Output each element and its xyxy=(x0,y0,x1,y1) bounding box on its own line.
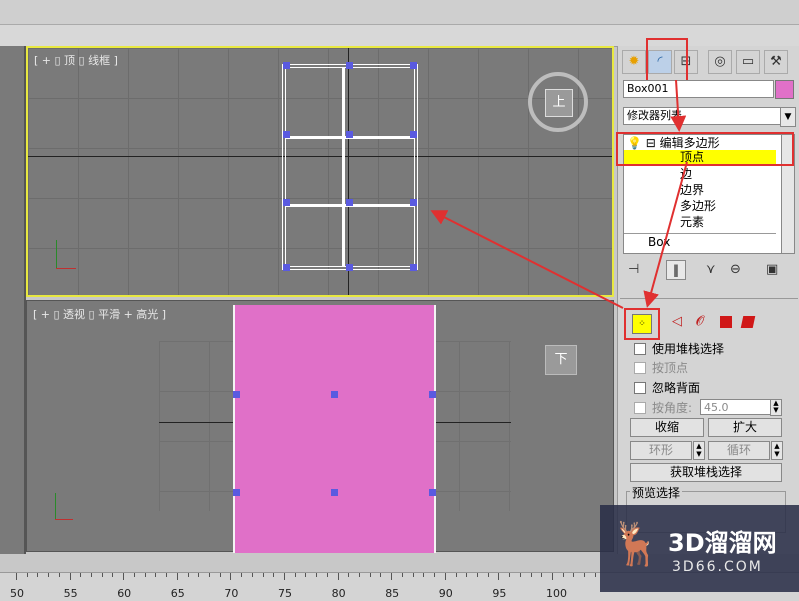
ruler-minor-tick xyxy=(155,573,157,577)
ruler-minor-tick xyxy=(380,573,382,577)
ruler-minor-tick xyxy=(519,573,521,577)
ruler-minor-tick xyxy=(466,573,468,577)
ruler-minor-tick xyxy=(144,573,146,577)
ruler-tick xyxy=(498,573,500,580)
ruler-tick xyxy=(230,573,232,580)
ruler-label: 85 xyxy=(385,587,400,600)
watermark: 🦌 3D溜溜网 3D66.COM xyxy=(600,505,799,592)
ruler-label: 95 xyxy=(492,587,507,600)
ruler-minor-tick xyxy=(594,573,596,577)
ruler-minor-tick xyxy=(455,573,457,577)
ruler-label: 60 xyxy=(117,587,132,600)
arrow-stack-to-vertex xyxy=(643,161,688,308)
ruler-minor-tick xyxy=(26,573,28,577)
ruler-label: 100 xyxy=(546,587,567,600)
ruler-minor-tick xyxy=(305,573,307,577)
ruler-minor-tick xyxy=(401,573,403,577)
ruler-minor-tick xyxy=(423,573,425,577)
ruler-minor-tick xyxy=(198,573,200,577)
ruler-label: 70 xyxy=(224,587,239,600)
ruler-minor-tick xyxy=(294,573,296,577)
ruler-minor-tick xyxy=(348,573,350,577)
ruler-minor-tick xyxy=(133,573,135,577)
ruler-minor-tick xyxy=(476,573,478,577)
ruler-minor-tick xyxy=(509,573,511,577)
ruler-minor-tick xyxy=(359,573,361,577)
ruler-minor-tick xyxy=(434,573,436,577)
ruler-minor-tick xyxy=(369,573,371,577)
ruler-minor-tick xyxy=(573,573,575,577)
ruler-tick xyxy=(337,573,339,580)
arrow-tab-to-stack xyxy=(670,79,687,132)
ruler-minor-tick xyxy=(262,573,264,577)
ruler-minor-tick xyxy=(219,573,221,577)
ruler-label: 50 xyxy=(10,587,24,600)
deer-logo-icon: 🦌 xyxy=(610,519,663,568)
watermark-url: 3D66.COM xyxy=(672,559,763,575)
ruler-minor-tick xyxy=(562,573,564,577)
ruler-tick xyxy=(391,573,393,580)
ruler-minor-tick xyxy=(541,573,543,577)
ruler-minor-tick xyxy=(166,573,168,577)
ruler-minor-tick xyxy=(530,573,532,577)
ruler-minor-tick xyxy=(101,573,103,577)
ruler-minor-tick xyxy=(326,573,328,577)
ruler-tick xyxy=(123,573,125,580)
ruler-tick xyxy=(16,573,17,580)
ruler-minor-tick xyxy=(37,573,39,577)
ruler-minor-tick xyxy=(112,573,114,577)
ruler-minor-tick xyxy=(584,573,586,577)
ruler-minor-tick xyxy=(273,573,275,577)
ruler-label: 75 xyxy=(278,587,292,600)
arrow-vertex-to-viewport xyxy=(430,210,624,309)
ruler-tick xyxy=(284,573,285,580)
ruler-label: 55 xyxy=(63,587,78,600)
ruler-label: 80 xyxy=(331,587,346,600)
ruler-label: 90 xyxy=(438,587,453,600)
ruler-minor-tick xyxy=(58,573,60,577)
ruler-tick xyxy=(69,573,71,580)
ruler-tick xyxy=(176,573,178,580)
ruler-minor-tick xyxy=(241,573,243,577)
ruler-minor-tick xyxy=(80,573,82,577)
ruler-minor-tick xyxy=(487,573,489,577)
ruler-tick xyxy=(552,573,553,580)
ruler-minor-tick xyxy=(208,573,210,577)
ruler-minor-tick xyxy=(316,573,318,577)
ruler-minor-tick xyxy=(48,573,50,577)
watermark-title: 3D溜溜网 xyxy=(668,529,777,557)
ruler-tick xyxy=(444,573,446,580)
ruler-minor-tick xyxy=(91,573,93,577)
ruler-minor-tick xyxy=(187,573,189,577)
ruler-label: 65 xyxy=(170,587,185,600)
ruler-minor-tick xyxy=(251,573,253,577)
ruler-minor-tick xyxy=(412,573,414,577)
